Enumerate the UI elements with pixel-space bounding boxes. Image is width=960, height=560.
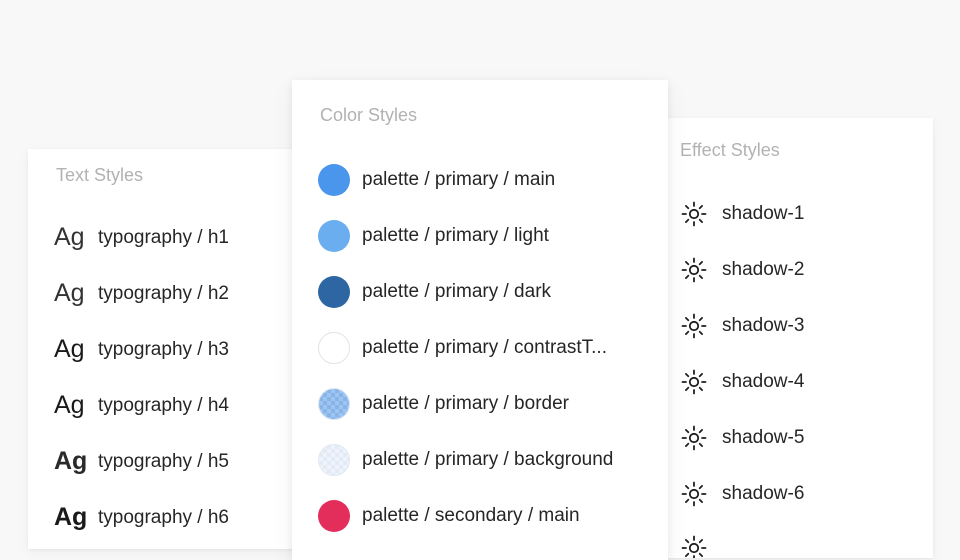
text-style-label: typography / h5 (98, 450, 229, 472)
effect-styles-panel: Effect Styles shadow-1 shadow-2 shadow-3… (650, 118, 933, 558)
color-styles-panel: Color Styles palette / primary / main pa… (292, 80, 668, 560)
color-style-item-primary-dark[interactable]: palette / primary / dark (318, 276, 551, 308)
sun-effect-icon (680, 200, 708, 228)
color-swatch (318, 444, 350, 476)
text-style-preview: Ag (54, 391, 85, 419)
text-styles-title: Text Styles (56, 165, 144, 185)
effect-style-label: shadow-2 (722, 259, 805, 280)
effect-style-label: shadow-6 (722, 483, 805, 504)
color-style-label: palette / secondary / main (362, 505, 580, 526)
effect-style-item-partial[interactable] (680, 534, 722, 558)
color-style-label: palette / primary / dark (362, 281, 552, 302)
color-style-item-primary-border[interactable]: palette / primary / border (318, 388, 569, 420)
color-style-label: palette / primary / background (362, 449, 614, 470)
text-style-item-h4[interactable]: Ag typography / h4 (54, 391, 229, 420)
effect-style-label: shadow-4 (722, 371, 805, 392)
color-swatch (318, 332, 350, 364)
color-swatch (318, 500, 350, 532)
text-style-item-h6[interactable]: Ag typography / h6 (54, 503, 229, 532)
color-style-item-primary-contrast[interactable]: palette / primary / contrastT... (318, 332, 607, 364)
color-style-label: palette / primary / main (362, 169, 556, 190)
effect-style-item-shadow-5[interactable]: shadow-5 (680, 424, 804, 452)
effect-style-item-shadow-1[interactable]: shadow-1 (680, 200, 804, 228)
effect-style-label: shadow-1 (722, 203, 805, 224)
text-style-preview: Ag (54, 279, 85, 307)
color-style-label: palette / primary / contrastT... (362, 337, 607, 358)
sun-effect-icon (680, 256, 708, 284)
color-style-item-primary-background[interactable]: palette / primary / background (318, 444, 613, 476)
text-style-preview: Ag (54, 447, 88, 475)
effect-styles-title: Effect Styles (680, 140, 780, 160)
sun-effect-icon (680, 368, 708, 396)
color-swatch (318, 276, 350, 308)
sun-effect-icon (680, 312, 708, 340)
text-style-item-h2[interactable]: Ag typography / h2 (54, 279, 229, 308)
text-style-item-h1[interactable]: Ag typography / h1 (54, 223, 229, 252)
text-style-label: typography / h6 (98, 506, 229, 528)
text-styles-panel: Text Styles Ag typography / h1 Ag typogr… (28, 149, 308, 549)
text-style-preview: Ag (54, 223, 85, 251)
sun-effect-icon (680, 534, 708, 558)
text-style-item-h3[interactable]: Ag typography / h3 (54, 335, 229, 364)
effect-style-label: shadow-3 (722, 315, 805, 336)
color-style-item-secondary-main[interactable]: palette / secondary / main (318, 500, 580, 532)
text-style-preview: Ag (54, 503, 88, 531)
text-style-item-h5[interactable]: Ag typography / h5 (54, 447, 229, 476)
sun-effect-icon (680, 424, 708, 452)
text-style-label: typography / h1 (98, 226, 229, 248)
effect-style-item-shadow-2[interactable]: shadow-2 (680, 256, 804, 284)
text-style-label: typography / h4 (98, 394, 229, 416)
effect-style-item-shadow-6[interactable]: shadow-6 (680, 480, 804, 508)
color-styles-title: Color Styles (320, 105, 418, 125)
text-style-preview: Ag (54, 335, 85, 363)
sun-effect-icon (680, 480, 708, 508)
color-swatch (318, 164, 350, 196)
color-swatch (318, 220, 350, 252)
effect-style-item-shadow-3[interactable]: shadow-3 (680, 312, 804, 340)
color-swatch (318, 388, 350, 420)
effect-style-label: shadow-5 (722, 427, 805, 448)
color-style-item-primary-light[interactable]: palette / primary / light (318, 220, 549, 252)
text-style-label: typography / h2 (98, 282, 229, 304)
color-style-label: palette / primary / light (362, 225, 549, 246)
color-style-item-primary-main[interactable]: palette / primary / main (318, 164, 555, 196)
color-style-label: palette / primary / border (362, 393, 569, 414)
effect-style-item-shadow-4[interactable]: shadow-4 (680, 368, 804, 396)
text-style-label: typography / h3 (98, 338, 229, 360)
